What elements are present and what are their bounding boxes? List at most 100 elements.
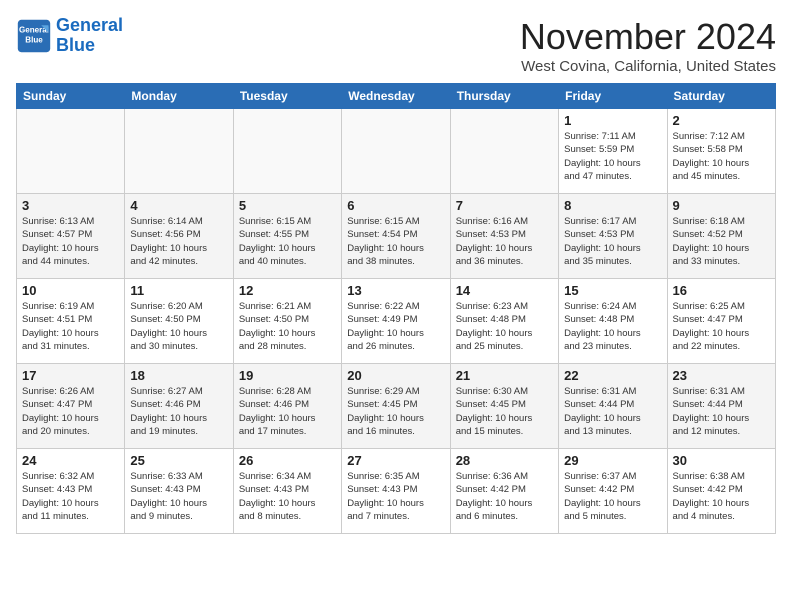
calendar-cell: 5 Sunrise: 6:15 AM Sunset: 4:55 PM Daylig… (233, 194, 341, 279)
day-number: 12 (239, 283, 336, 298)
calendar-cell: 25 Sunrise: 6:33 AM Sunset: 4:43 PM Dayli… (125, 449, 233, 534)
calendar-cell: 26 Sunrise: 6:34 AM Sunset: 4:43 PM Dayli… (233, 449, 341, 534)
day-detail: Sunrise: 6:28 AM Sunset: 4:46 PM Dayligh… (239, 385, 336, 438)
day-number: 26 (239, 453, 336, 468)
weekday-header: Thursday (450, 84, 558, 109)
day-number: 19 (239, 368, 336, 383)
day-number: 13 (347, 283, 444, 298)
weekday-header: Friday (559, 84, 667, 109)
svg-text:Blue: Blue (25, 35, 43, 44)
day-detail: Sunrise: 6:16 AM Sunset: 4:53 PM Dayligh… (456, 215, 553, 268)
day-detail: Sunrise: 6:32 AM Sunset: 4:43 PM Dayligh… (22, 470, 119, 523)
day-number: 5 (239, 198, 336, 213)
calendar-week-row: 24 Sunrise: 6:32 AM Sunset: 4:43 PM Dayli… (17, 449, 776, 534)
calendar-cell (17, 109, 125, 194)
day-number: 22 (564, 368, 661, 383)
weekday-header: Sunday (17, 84, 125, 109)
day-detail: Sunrise: 6:15 AM Sunset: 4:54 PM Dayligh… (347, 215, 444, 268)
calendar-table: SundayMondayTuesdayWednesdayThursdayFrid… (16, 83, 776, 534)
day-number: 28 (456, 453, 553, 468)
day-detail: Sunrise: 6:20 AM Sunset: 4:50 PM Dayligh… (130, 300, 227, 353)
calendar-cell: 23 Sunrise: 6:31 AM Sunset: 4:44 PM Dayli… (667, 364, 775, 449)
calendar-cell: 1 Sunrise: 7:11 AM Sunset: 5:59 PM Daylig… (559, 109, 667, 194)
day-detail: Sunrise: 6:29 AM Sunset: 4:45 PM Dayligh… (347, 385, 444, 438)
calendar-cell (342, 109, 450, 194)
calendar-cell (450, 109, 558, 194)
day-detail: Sunrise: 6:22 AM Sunset: 4:49 PM Dayligh… (347, 300, 444, 353)
day-detail: Sunrise: 6:24 AM Sunset: 4:48 PM Dayligh… (564, 300, 661, 353)
day-number: 4 (130, 198, 227, 213)
calendar-cell: 3Sunrise: 6:13 AM Sunset: 4:57 PM Daylig… (17, 194, 125, 279)
day-detail: Sunrise: 6:31 AM Sunset: 4:44 PM Dayligh… (673, 385, 770, 438)
calendar-cell (233, 109, 341, 194)
day-detail: Sunrise: 6:30 AM Sunset: 4:45 PM Dayligh… (456, 385, 553, 438)
day-number: 18 (130, 368, 227, 383)
calendar-cell: 21 Sunrise: 6:30 AM Sunset: 4:45 PM Dayli… (450, 364, 558, 449)
calendar-cell: 17Sunrise: 6:26 AM Sunset: 4:47 PM Dayli… (17, 364, 125, 449)
calendar-cell: 24 Sunrise: 6:32 AM Sunset: 4:43 PM Dayli… (17, 449, 125, 534)
logo-text: General Blue (56, 16, 123, 56)
calendar-cell: 20Sunrise: 6:29 AM Sunset: 4:45 PM Dayli… (342, 364, 450, 449)
day-detail: Sunrise: 6:21 AM Sunset: 4:50 PM Dayligh… (239, 300, 336, 353)
calendar-week-row: 3Sunrise: 6:13 AM Sunset: 4:57 PM Daylig… (17, 194, 776, 279)
location-title: West Covina, California, United States (520, 58, 776, 75)
calendar-cell: 29 Sunrise: 6:37 AM Sunset: 4:42 PM Dayli… (559, 449, 667, 534)
calendar-cell: 15 Sunrise: 6:24 AM Sunset: 4:48 PM Dayli… (559, 279, 667, 364)
day-detail: Sunrise: 6:35 AM Sunset: 4:43 PM Dayligh… (347, 470, 444, 523)
calendar-cell: 6 Sunrise: 6:15 AM Sunset: 4:54 PM Daylig… (342, 194, 450, 279)
calendar-cell: 13 Sunrise: 6:22 AM Sunset: 4:49 PM Dayli… (342, 279, 450, 364)
day-detail: Sunrise: 6:19 AM Sunset: 4:51 PM Dayligh… (22, 300, 119, 353)
day-number: 24 (22, 453, 119, 468)
logo-icon: General Blue (16, 18, 52, 54)
day-detail: Sunrise: 6:23 AM Sunset: 4:48 PM Dayligh… (456, 300, 553, 353)
day-number: 29 (564, 453, 661, 468)
calendar-week-row: 17Sunrise: 6:26 AM Sunset: 4:47 PM Dayli… (17, 364, 776, 449)
day-number: 8 (564, 198, 661, 213)
day-number: 10 (22, 283, 119, 298)
day-detail: Sunrise: 6:25 AM Sunset: 4:47 PM Dayligh… (673, 300, 770, 353)
day-number: 25 (130, 453, 227, 468)
calendar-cell: 16 Sunrise: 6:25 AM Sunset: 4:47 PM Dayli… (667, 279, 775, 364)
day-detail: Sunrise: 6:33 AM Sunset: 4:43 PM Dayligh… (130, 470, 227, 523)
calendar-cell: 12 Sunrise: 6:21 AM Sunset: 4:50 PM Dayli… (233, 279, 341, 364)
day-number: 21 (456, 368, 553, 383)
calendar-cell: 27Sunrise: 6:35 AM Sunset: 4:43 PM Dayli… (342, 449, 450, 534)
day-detail: Sunrise: 7:12 AM Sunset: 5:58 PM Dayligh… (673, 130, 770, 183)
calendar-cell: 22Sunrise: 6:31 AM Sunset: 4:44 PM Dayli… (559, 364, 667, 449)
calendar-week-row: 1 Sunrise: 7:11 AM Sunset: 5:59 PM Daylig… (17, 109, 776, 194)
day-detail: Sunrise: 6:37 AM Sunset: 4:42 PM Dayligh… (564, 470, 661, 523)
calendar-header-row: SundayMondayTuesdayWednesdayThursdayFrid… (17, 84, 776, 109)
calendar-cell: 9Sunrise: 6:18 AM Sunset: 4:52 PM Daylig… (667, 194, 775, 279)
day-detail: Sunrise: 6:38 AM Sunset: 4:42 PM Dayligh… (673, 470, 770, 523)
weekday-header: Saturday (667, 84, 775, 109)
weekday-header: Wednesday (342, 84, 450, 109)
day-number: 6 (347, 198, 444, 213)
day-detail: Sunrise: 6:17 AM Sunset: 4:53 PM Dayligh… (564, 215, 661, 268)
day-detail: Sunrise: 6:18 AM Sunset: 4:52 PM Dayligh… (673, 215, 770, 268)
day-number: 30 (673, 453, 770, 468)
calendar-cell: 10 Sunrise: 6:19 AM Sunset: 4:51 PM Dayli… (17, 279, 125, 364)
day-number: 23 (673, 368, 770, 383)
day-detail: Sunrise: 6:15 AM Sunset: 4:55 PM Dayligh… (239, 215, 336, 268)
day-detail: Sunrise: 6:36 AM Sunset: 4:42 PM Dayligh… (456, 470, 553, 523)
calendar-cell: 8 Sunrise: 6:17 AM Sunset: 4:53 PM Daylig… (559, 194, 667, 279)
calendar-cell: 18 Sunrise: 6:27 AM Sunset: 4:46 PM Dayli… (125, 364, 233, 449)
day-number: 7 (456, 198, 553, 213)
day-detail: Sunrise: 6:34 AM Sunset: 4:43 PM Dayligh… (239, 470, 336, 523)
calendar-cell: 30 Sunrise: 6:38 AM Sunset: 4:42 PM Dayli… (667, 449, 775, 534)
day-detail: Sunrise: 6:27 AM Sunset: 4:46 PM Dayligh… (130, 385, 227, 438)
page-header: General Blue General Blue November 2024 … (16, 16, 776, 75)
day-number: 16 (673, 283, 770, 298)
day-detail: Sunrise: 7:11 AM Sunset: 5:59 PM Dayligh… (564, 130, 661, 183)
calendar-cell: 4 Sunrise: 6:14 AM Sunset: 4:56 PM Daylig… (125, 194, 233, 279)
calendar-cell: 19 Sunrise: 6:28 AM Sunset: 4:46 PM Dayli… (233, 364, 341, 449)
weekday-header: Tuesday (233, 84, 341, 109)
calendar-cell: 14Sunrise: 6:23 AM Sunset: 4:48 PM Dayli… (450, 279, 558, 364)
day-detail: Sunrise: 6:14 AM Sunset: 4:56 PM Dayligh… (130, 215, 227, 268)
day-number: 17 (22, 368, 119, 383)
calendar-week-row: 10 Sunrise: 6:19 AM Sunset: 4:51 PM Dayli… (17, 279, 776, 364)
day-number: 11 (130, 283, 227, 298)
logo: General Blue General Blue (16, 16, 123, 56)
day-number: 15 (564, 283, 661, 298)
day-number: 1 (564, 113, 661, 128)
